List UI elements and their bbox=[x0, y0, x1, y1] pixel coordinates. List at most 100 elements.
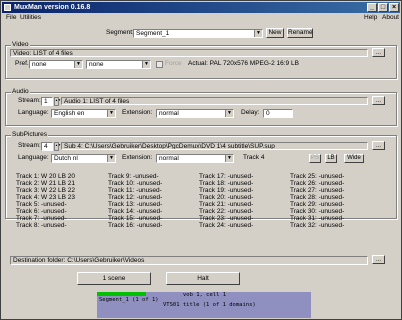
track-item: Track 32: -unused- bbox=[290, 222, 345, 229]
track-item: Track 9: -unused- bbox=[108, 173, 159, 180]
track-item: Track 20: -unused- bbox=[199, 194, 254, 201]
track-item: Track 17: -unused- bbox=[199, 173, 254, 180]
track-item: Track 16: -unused- bbox=[108, 222, 163, 229]
status-panel: vob 1, cell 1 Segment_1 (1 of 1) VTS01 t… bbox=[97, 292, 311, 318]
wide-button[interactable]: Wide bbox=[344, 154, 364, 163]
dropdown-arrow-icon[interactable]: ▼ bbox=[225, 110, 233, 117]
track-item: Track 7: -unused- bbox=[16, 215, 67, 222]
menu-utilities[interactable]: Utilities bbox=[20, 14, 41, 22]
video-actual-info: Actual: PAL 720x576 MPEG-2 16:9 LB bbox=[188, 60, 299, 67]
track-item: Track 10: -unused- bbox=[108, 180, 163, 187]
destination-folder: Destination folder: C:\Users\Gebruiker\V… bbox=[10, 256, 368, 265]
dropdown-arrow-icon[interactable]: ▼ bbox=[107, 155, 115, 162]
lb-button[interactable]: LB bbox=[325, 154, 337, 163]
menu-help[interactable]: Help bbox=[364, 14, 377, 22]
track-item: Track 27: -unused- bbox=[290, 187, 345, 194]
segment-value: Segment_1 bbox=[136, 30, 170, 37]
spin-arrow-icon[interactable]: ▲▼ bbox=[54, 142, 61, 151]
video-group-title: Video bbox=[11, 41, 30, 49]
track-item: Track 14: -unused- bbox=[108, 208, 163, 215]
audio-extension-label: Extension: bbox=[122, 109, 153, 116]
track-item: Track 25: -unused- bbox=[290, 173, 345, 180]
audio-language-label: Language: bbox=[18, 109, 49, 116]
video-pref2-value: none bbox=[89, 61, 104, 68]
menu-about[interactable]: About bbox=[382, 14, 399, 22]
sub-language-select[interactable]: Dutch nl ▼ bbox=[51, 154, 116, 163]
sub-extension-label: Extension: bbox=[122, 154, 153, 161]
sub-extension-value: normal bbox=[159, 155, 179, 162]
audio-group-title: Audio bbox=[11, 88, 30, 96]
sub-browse-button[interactable]: ... bbox=[372, 141, 385, 150]
spin-arrow-icon[interactable]: ▲▼ bbox=[54, 97, 61, 106]
track-item: Track 21: -unused- bbox=[199, 201, 254, 208]
progress-bar bbox=[97, 292, 147, 296]
sub-language-label: Language: bbox=[18, 154, 49, 161]
track-item: Track 6: -unused- bbox=[16, 208, 67, 215]
status-line-1: vob 1, cell 1 bbox=[183, 292, 227, 298]
dropdown-arrow-icon[interactable]: ▼ bbox=[142, 61, 150, 68]
audio-language-value: English en bbox=[54, 110, 85, 117]
rename-segment-button[interactable]: Rename bbox=[287, 28, 313, 38]
segment-label: Segment: bbox=[106, 29, 134, 36]
audio-extension-value: normal bbox=[159, 110, 179, 117]
track-item: Track 29: -unused- bbox=[290, 201, 345, 208]
track-item: Track 15: -unused- bbox=[108, 215, 163, 222]
sub-language-value: Dutch nl bbox=[54, 155, 78, 162]
menu-file[interactable]: File bbox=[6, 14, 16, 22]
scene-button[interactable]: 1 scene bbox=[77, 272, 151, 285]
video-pref1-select[interactable]: none ▼ bbox=[29, 60, 83, 69]
video-pref1-value: none bbox=[32, 61, 47, 68]
track-item: Track 13: -unused- bbox=[108, 201, 163, 208]
track-item: Track 22: -unused- bbox=[199, 208, 254, 215]
video-browse-button[interactable]: ... bbox=[372, 48, 385, 57]
new-segment-button[interactable]: New bbox=[266, 28, 284, 38]
sub-stream-input[interactable]: 4 bbox=[41, 142, 53, 151]
audio-stream-input[interactable]: 1 bbox=[41, 97, 53, 106]
track-item: Track 12: -unused- bbox=[108, 194, 163, 201]
audio-delay-label: Delay: bbox=[241, 109, 260, 116]
sub-stream-label: Stream: bbox=[18, 142, 41, 149]
status-line-3: VTS01 title (1 of 1 domains) bbox=[163, 302, 256, 308]
track-item: Track 18: -unused- bbox=[199, 180, 254, 187]
track-item: Track 11: -unused- bbox=[108, 187, 162, 194]
ps-button[interactable]: PS bbox=[309, 154, 321, 163]
video-pref-label: Pref. bbox=[15, 60, 29, 67]
halt-button[interactable]: Halt bbox=[166, 272, 240, 285]
video-pref2-select[interactable]: none ▼ bbox=[86, 60, 151, 69]
destination-browse-button[interactable]: ... bbox=[372, 255, 385, 264]
menu-bar: File Utilities Help About bbox=[2, 13, 400, 23]
audio-info: Audio 1: LIST of 4 files bbox=[61, 97, 368, 105]
audio-stream-label: Stream: bbox=[18, 97, 41, 104]
app-icon bbox=[4, 4, 11, 11]
audio-language-select[interactable]: English en ▼ bbox=[51, 109, 116, 118]
track-item: Track 28: -unused- bbox=[290, 194, 345, 201]
segment-select[interactable]: Segment_1 ▼ bbox=[133, 29, 263, 38]
dropdown-arrow-icon[interactable]: ▼ bbox=[107, 110, 115, 117]
track-item: Track 1: W 20 LB 20 bbox=[16, 173, 76, 180]
track-item: Track 4: W 23 LB 23 bbox=[16, 194, 76, 201]
track-item: Track 19: -unused- bbox=[199, 187, 254, 194]
track-item: Track 31: -unused- bbox=[290, 215, 345, 222]
sub-extension-select[interactable]: normal ▼ bbox=[156, 154, 234, 163]
audio-delay-input[interactable]: 0 bbox=[263, 109, 293, 118]
minimize-icon[interactable]: _ bbox=[367, 3, 377, 12]
audio-extension-select[interactable]: normal ▼ bbox=[156, 109, 234, 118]
sub-info: Sub 4: C:\Users\Gebruiker\Desktop\PgcDem… bbox=[61, 142, 368, 150]
title-bar[interactable]: MuxMan version 0.16.8 _ □ × bbox=[2, 2, 400, 13]
video-info: Video: LIST of 4 files bbox=[10, 49, 368, 57]
dropdown-arrow-icon[interactable]: ▼ bbox=[225, 155, 233, 162]
audio-browse-button[interactable]: ... bbox=[372, 96, 385, 105]
subpictures-group-title: SubPictures bbox=[11, 131, 49, 139]
track-item: Track 30: -unused- bbox=[290, 208, 345, 215]
maximize-icon[interactable]: □ bbox=[378, 3, 388, 12]
track-item: Track 24: -unused- bbox=[199, 222, 254, 229]
window-title: MuxMan version 0.16.8 bbox=[14, 4, 91, 11]
track-item: Track 8: -unused- bbox=[16, 222, 67, 229]
force-checkbox[interactable] bbox=[156, 61, 163, 68]
close-icon[interactable]: × bbox=[389, 3, 399, 12]
track-item: Track 3: W 22 LB 22 bbox=[16, 187, 76, 194]
force-label: Force bbox=[165, 60, 182, 67]
dropdown-arrow-icon[interactable]: ▼ bbox=[74, 61, 82, 68]
dropdown-arrow-icon[interactable]: ▼ bbox=[254, 30, 262, 37]
muxman-window: MuxMan version 0.16.8 _ □ × File Utiliti… bbox=[0, 0, 402, 320]
